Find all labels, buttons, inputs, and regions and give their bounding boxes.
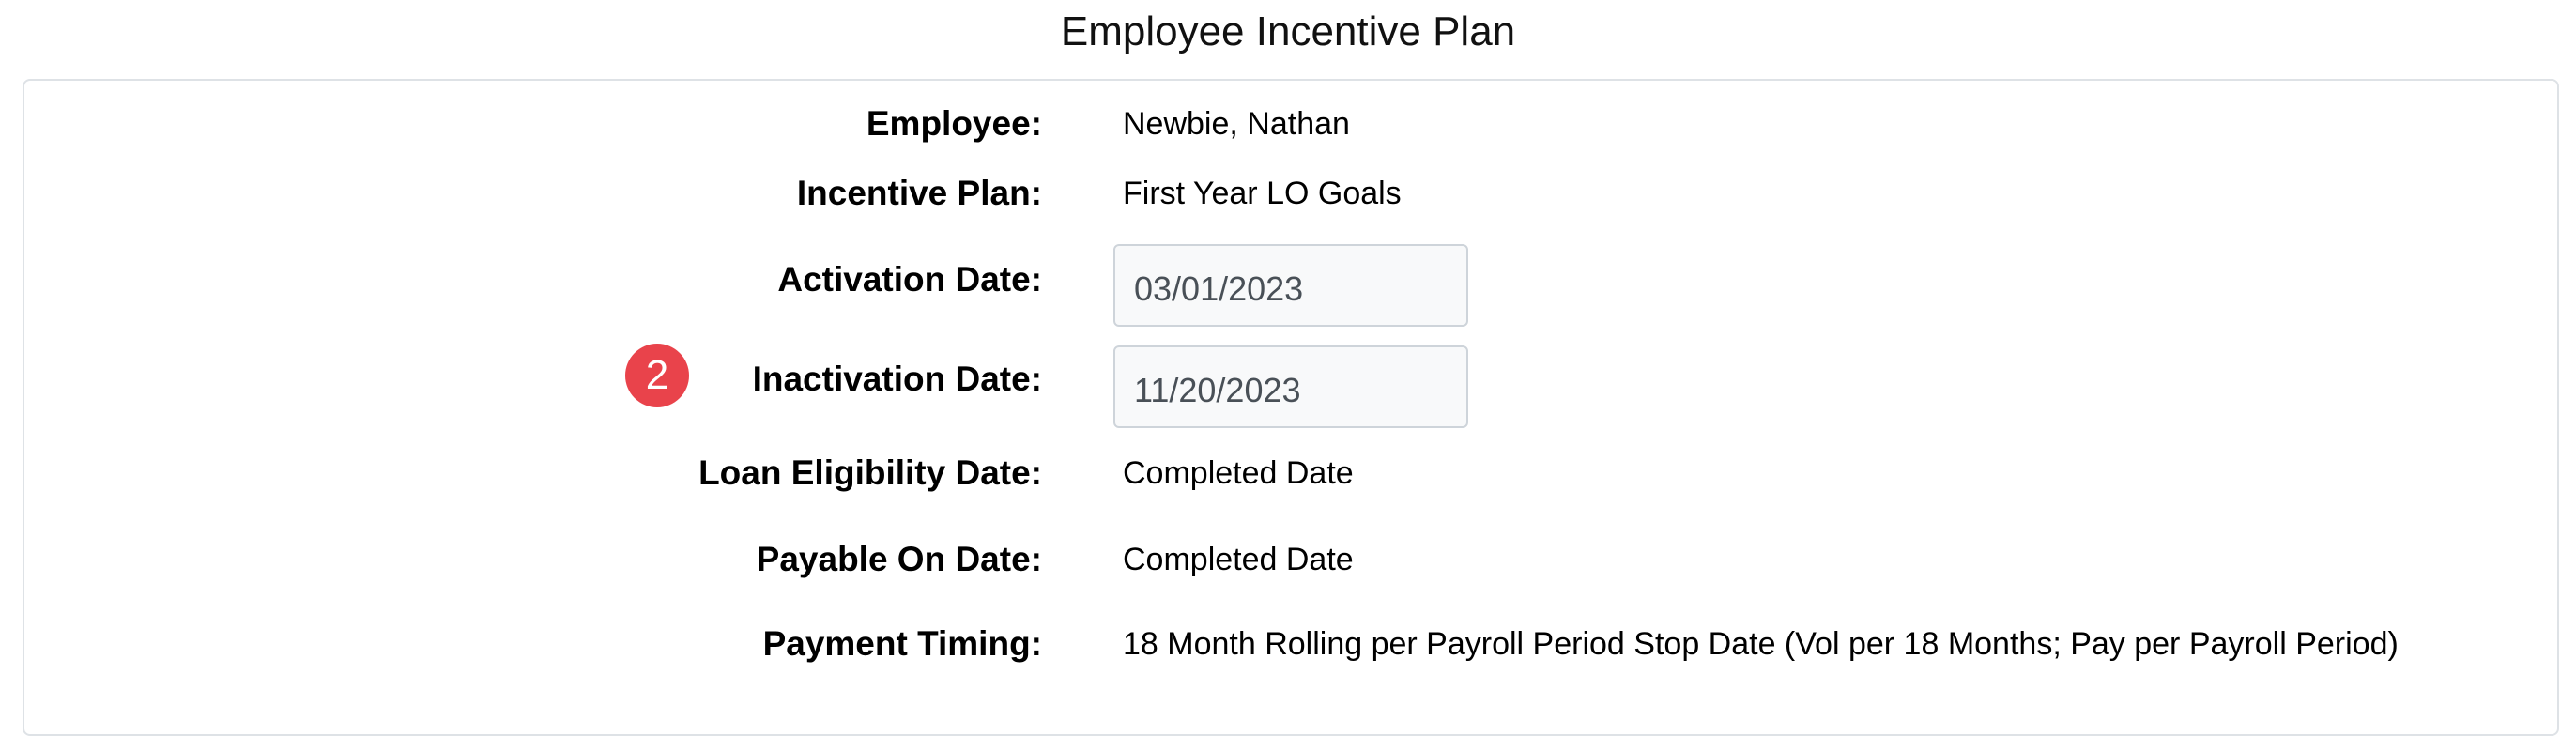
- employee-label: Employee:: [866, 104, 1042, 143]
- loan-eligibility-date-value: Completed Date: [1123, 455, 1354, 491]
- incentive-plan-value: First Year LO Goals: [1123, 176, 1402, 211]
- activation-date-input[interactable]: 03/01/2023: [1113, 244, 1468, 327]
- employee-value: Newbie, Nathan: [1123, 106, 1350, 142]
- page-title: Employee Incentive Plan: [1060, 8, 1516, 54]
- activation-date-label: Activation Date:: [777, 260, 1042, 299]
- step-badge: 2: [625, 344, 689, 407]
- payable-on-date-value: Completed Date: [1123, 542, 1354, 577]
- payable-on-date-label: Payable On Date:: [756, 540, 1042, 578]
- loan-eligibility-date-label: Loan Eligibility Date:: [698, 453, 1042, 492]
- inactivation-date-input[interactable]: 11/20/2023: [1113, 345, 1468, 428]
- payment-timing-label: Payment Timing:: [762, 624, 1042, 663]
- inactivation-date-label: Inactivation Date:: [752, 360, 1042, 398]
- payment-timing-value: 18 Month Rolling per Payroll Period Stop…: [1123, 626, 2399, 662]
- incentive-plan-label: Incentive Plan:: [796, 174, 1042, 212]
